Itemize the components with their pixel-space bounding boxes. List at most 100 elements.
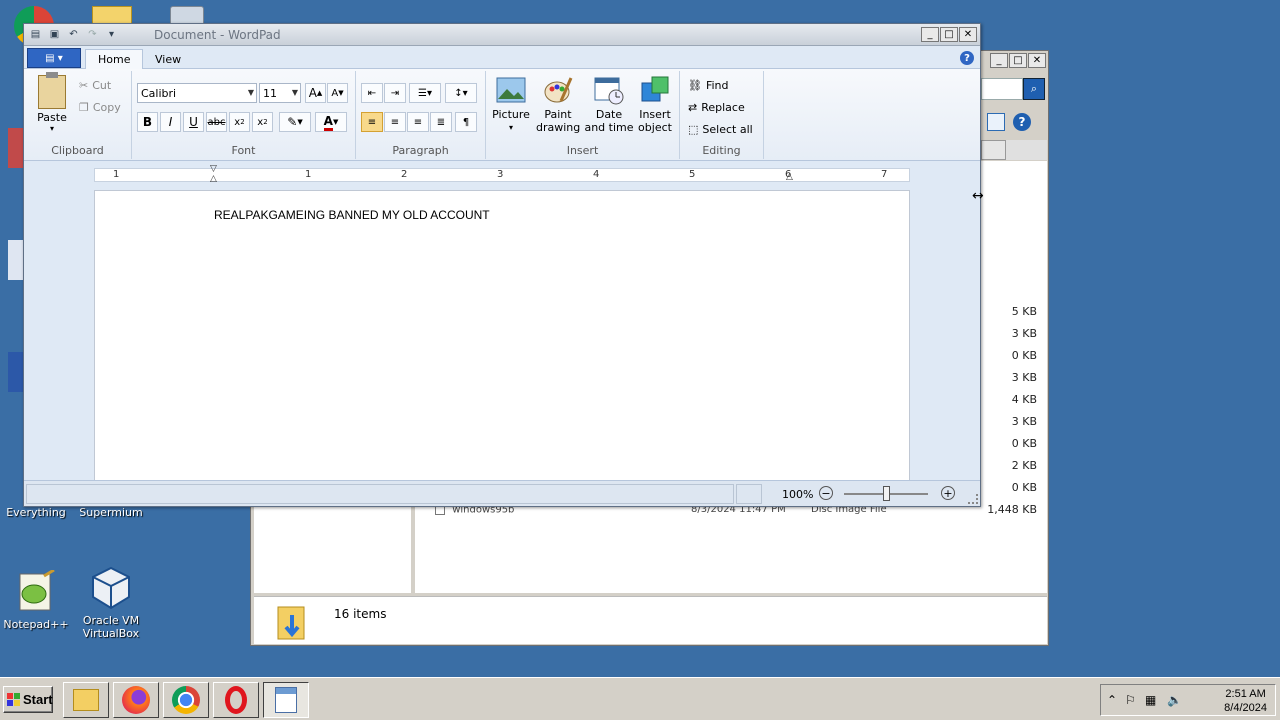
- search-icon[interactable]: ⌕: [1023, 78, 1045, 100]
- save-icon[interactable]: ▣: [47, 27, 62, 42]
- group-label: Clipboard: [51, 144, 104, 157]
- right-indent-marker[interactable]: △: [786, 172, 793, 182]
- volume-muted-icon[interactable]: 🔈: [1167, 693, 1182, 707]
- maximize-button[interactable]: □: [1009, 53, 1027, 68]
- cut-button[interactable]: ✂ Cut: [79, 79, 111, 92]
- paste-button[interactable]: Paste ▾: [30, 72, 74, 133]
- wordpad-app-icon[interactable]: ▤: [28, 27, 43, 42]
- left-indent-marker[interactable]: △: [210, 174, 217, 184]
- file-size: 5 KB: [1011, 305, 1037, 318]
- wordpad-icon: [275, 687, 297, 713]
- grow-font-button[interactable]: A ▲: [305, 83, 326, 103]
- show-hidden-icons-icon[interactable]: ⌃: [1107, 693, 1117, 707]
- font-family-select[interactable]: Calibri ▼: [137, 83, 257, 103]
- clock-time: 2:51 AM: [1225, 688, 1266, 700]
- paste-label: Paste: [37, 111, 67, 124]
- decrease-indent-button[interactable]: ⇤: [361, 83, 383, 103]
- ruler-number: 1: [305, 169, 312, 180]
- undo-icon[interactable]: ↶: [66, 27, 81, 42]
- zoom-slider-thumb[interactable]: [883, 486, 890, 501]
- select-all-button[interactable]: ⬚ Select all: [688, 123, 753, 136]
- object-icon: [640, 75, 670, 105]
- insert-object-button[interactable]: Insert object: [634, 75, 676, 134]
- replace-button[interactable]: ⇄ Replace: [688, 101, 745, 114]
- redo-icon[interactable]: ↷: [85, 27, 100, 42]
- desktop-icon-notepadpp[interactable]: Notepad++: [0, 568, 76, 631]
- picture-icon: [496, 75, 526, 105]
- bold-button[interactable]: B: [137, 112, 158, 132]
- increase-indent-button[interactable]: ⇥: [384, 83, 406, 103]
- file-size: 0 KB: [1011, 481, 1037, 494]
- paragraph-settings-button[interactable]: ¶: [455, 112, 477, 132]
- tab-home[interactable]: Home: [85, 49, 144, 69]
- taskbar-opera[interactable]: [213, 682, 259, 718]
- first-line-indent-marker[interactable]: ▽: [210, 164, 217, 174]
- document-text[interactable]: REALPAKGAMEING BANNED MY OLD ACCOUNT: [214, 208, 490, 222]
- explorer-caption-buttons: _ □ ✕: [990, 53, 1046, 68]
- group-paragraph: ⇤ ⇥ ☰▾ ↕▾ ≡ ≡ ≡ ≣ ¶ Paragraph: [356, 71, 486, 159]
- insert-picture-button[interactable]: Picture ▾: [492, 75, 530, 134]
- font-color-button[interactable]: A ▼: [315, 112, 347, 132]
- customize-qat-icon[interactable]: ▾: [104, 27, 119, 42]
- paint-drawing-button[interactable]: Paint drawing: [536, 75, 580, 134]
- file-menu-button[interactable]: ▤ ▾: [27, 48, 81, 68]
- folder-icon: [276, 601, 312, 641]
- subscript-button[interactable]: x2: [229, 112, 250, 132]
- ruler[interactable]: 1 1 2 3 4 5 6 7 ▽ △ △: [94, 164, 910, 184]
- replace-icon: ⇄: [688, 101, 698, 114]
- windows-logo-icon: [7, 693, 20, 706]
- date-time-button[interactable]: Date and time: [584, 75, 634, 134]
- shrink-font-button[interactable]: A ▼: [327, 83, 348, 103]
- resize-grip[interactable]: [968, 494, 978, 504]
- superscript-button[interactable]: x2: [252, 112, 273, 132]
- start-button[interactable]: Start: [3, 686, 53, 713]
- action-center-flag-icon[interactable]: ⚐: [1125, 693, 1136, 707]
- search-input[interactable]: [981, 78, 1023, 100]
- desktop-icon-virtualbox[interactable]: Oracle VM VirtualBox: [71, 566, 151, 640]
- zoom-in-button[interactable]: +: [941, 486, 955, 500]
- bullets-button[interactable]: ☰▾: [409, 83, 441, 103]
- strikethrough-button[interactable]: abc: [206, 112, 227, 132]
- highlight-color-button[interactable]: ✎ ▼: [279, 112, 311, 132]
- column-header[interactable]: [1005, 140, 1047, 160]
- justify-button[interactable]: ≣: [430, 112, 452, 132]
- clock[interactable]: 2:51 AM 8/4/2024: [1224, 687, 1267, 715]
- chevron-down-icon: ▼: [291, 88, 298, 97]
- title-bar[interactable]: ▤ ▣ ↶ ↷ ▾ Document - WordPad _ □ ✕: [24, 24, 980, 46]
- copy-button[interactable]: ❐ Copy: [79, 101, 121, 114]
- wordpad-window[interactable]: ▤ ▣ ↶ ↷ ▾ Document - WordPad _ □ ✕ ▤ ▾ H…: [23, 23, 981, 507]
- italic-button[interactable]: I: [160, 112, 181, 132]
- taskbar-firefox[interactable]: [113, 682, 159, 718]
- start-label: Start: [23, 692, 53, 707]
- group-label: Insert: [566, 144, 599, 157]
- ribbon: Paste ▾ ✂ Cut ❐ Copy Clipboard Calibri ▼…: [24, 69, 980, 161]
- help-icon[interactable]: ?: [960, 51, 974, 65]
- status-segment: [26, 484, 734, 504]
- minimize-button[interactable]: _: [990, 53, 1008, 68]
- maximize-button[interactable]: □: [940, 27, 958, 42]
- tab-view[interactable]: View: [143, 49, 193, 69]
- taskbar-explorer[interactable]: [63, 682, 109, 718]
- preview-pane-icon[interactable]: [987, 113, 1005, 131]
- close-button[interactable]: ✕: [1028, 53, 1046, 68]
- zoom-out-button[interactable]: −: [819, 486, 833, 500]
- close-button[interactable]: ✕: [959, 27, 977, 42]
- help-icon[interactable]: ?: [1013, 113, 1031, 131]
- status-segment: [736, 484, 762, 504]
- minimize-button[interactable]: _: [921, 27, 939, 42]
- network-icon[interactable]: ▦: [1145, 693, 1156, 707]
- underline-button[interactable]: U: [183, 112, 204, 132]
- font-size-select[interactable]: 11 ▼: [259, 83, 301, 103]
- group-label: Font: [231, 144, 256, 157]
- file-size: 0 KB: [1011, 437, 1037, 450]
- align-left-button[interactable]: ≡: [361, 112, 383, 132]
- align-center-button[interactable]: ≡: [384, 112, 406, 132]
- document-area[interactable]: REALPAKGAMEING BANNED MY OLD ACCOUNT: [24, 190, 980, 480]
- line-spacing-button[interactable]: ↕▾: [445, 83, 477, 103]
- taskbar-wordpad[interactable]: [263, 682, 309, 718]
- find-button[interactable]: ⛓ Find: [688, 79, 729, 92]
- align-right-button[interactable]: ≡: [407, 112, 429, 132]
- document-page[interactable]: REALPAKGAMEING BANNED MY OLD ACCOUNT: [94, 190, 910, 480]
- copy-label: Copy: [92, 101, 121, 114]
- taskbar-chrome[interactable]: [163, 682, 209, 718]
